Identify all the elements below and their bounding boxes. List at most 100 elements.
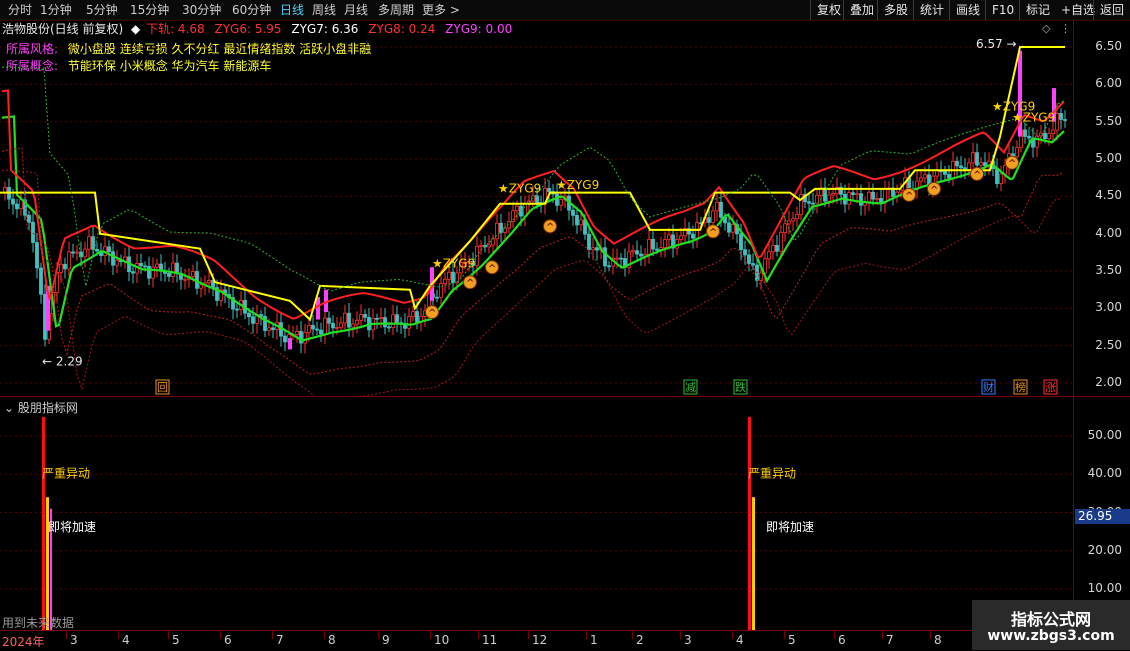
candle-body <box>191 271 195 277</box>
buy-signal-glyph: ^ <box>428 308 436 319</box>
current-value-badge: 26.95 <box>1075 509 1130 524</box>
candle-body <box>955 160 959 167</box>
period-tab-daily[interactable]: 日线 <box>280 2 304 18</box>
period-tab-fenshi[interactable]: 分时 <box>8 2 32 18</box>
candle-body <box>771 244 775 253</box>
candle-body <box>411 311 415 317</box>
candle-body <box>775 244 779 252</box>
candle-body <box>823 187 827 202</box>
buy-signal-glyph: ^ <box>488 263 496 274</box>
candle-body <box>491 238 495 246</box>
candle-body <box>139 263 143 267</box>
candlestick-chart[interactable]: 6.57 →← 2.29★ZYG9★ZYG9 ★ZYG9★ZYG9★ZYG9^^^… <box>0 20 1073 396</box>
candle-body <box>115 259 119 266</box>
strong-signal-bar <box>748 416 751 630</box>
price-tick-label: 2.00 <box>1095 375 1122 389</box>
candle-body <box>339 322 343 328</box>
candle-body <box>663 238 667 249</box>
candle-body <box>1015 147 1019 158</box>
candle-body <box>779 232 783 252</box>
back-button[interactable]: 返回 <box>1093 0 1130 20</box>
buy-signal-glyph: ^ <box>709 227 717 238</box>
mark-button[interactable]: 标记 <box>1019 0 1056 20</box>
candle-body <box>587 233 591 251</box>
month-tick <box>834 631 835 639</box>
month-label: 3 <box>70 633 78 647</box>
price-tick-label: 4.50 <box>1095 188 1122 203</box>
zyg9-label: ★ZYG9 <box>556 178 599 192</box>
candle-body <box>691 233 695 239</box>
buy-signal-glyph: ^ <box>930 185 938 196</box>
candle-body <box>783 223 787 233</box>
candle-body <box>615 257 619 260</box>
candle-body <box>867 191 871 203</box>
candle-body <box>91 236 95 250</box>
candle-body <box>635 250 639 255</box>
period-tab-30min[interactable]: 30分钟 <box>182 2 221 18</box>
candle-body <box>707 217 711 223</box>
zyg9-label: ★ZYG9 <box>432 256 475 270</box>
month-tick <box>784 631 785 639</box>
candle-body <box>807 201 811 204</box>
month-label: 5 <box>788 633 796 647</box>
period-tab-multi[interactable]: 多周期 <box>378 2 414 18</box>
period-tab-5min[interactable]: 5分钟 <box>86 2 118 18</box>
statistics-button[interactable]: 统计 <box>913 0 950 20</box>
month-tick <box>528 631 529 639</box>
candle-body <box>107 246 111 253</box>
candle-body <box>415 311 419 323</box>
candle-body <box>487 244 491 248</box>
period-tab-monthly[interactable]: 月线 <box>344 2 368 18</box>
candle-body <box>327 317 331 324</box>
candle-body <box>31 221 35 243</box>
candle-body <box>871 191 875 200</box>
period-tab-60min[interactable]: 60分钟 <box>232 2 271 18</box>
month-tick <box>118 631 119 639</box>
candle-body <box>271 327 275 330</box>
sub-indicator-chart[interactable]: 严重异动即将加速 严重异动即将加速 <box>0 398 1073 630</box>
candle-body <box>571 209 575 216</box>
candle-body <box>555 193 559 206</box>
f10-button[interactable]: F10 <box>985 0 1020 20</box>
candle-body <box>83 248 87 258</box>
month-label: 8 <box>934 633 942 647</box>
fuquan-button[interactable]: 复权 <box>810 0 847 20</box>
period-tab-15min[interactable]: 15分钟 <box>130 2 169 18</box>
candle-body <box>35 242 39 269</box>
signal-candle <box>288 338 292 350</box>
candle-body <box>439 283 443 298</box>
candle-body <box>795 214 799 220</box>
candle-body <box>295 331 299 335</box>
candle-body <box>739 233 743 251</box>
month-label: 2 <box>636 633 644 647</box>
accel-signal-label: 即将加速 <box>766 520 814 534</box>
candle-body <box>947 173 951 179</box>
candle-body <box>847 192 851 205</box>
candle-body <box>251 316 255 324</box>
candle-body <box>647 238 651 255</box>
multi-stock-button[interactable]: 多股 <box>877 0 914 20</box>
buy-signal-glyph: ^ <box>973 170 981 181</box>
candle-body <box>359 314 363 321</box>
candle-body <box>579 219 583 226</box>
price-tick-label: 5.50 <box>1095 113 1122 128</box>
month-tick <box>168 631 169 639</box>
candle-body <box>651 238 655 250</box>
period-tab-weekly[interactable]: 周线 <box>312 2 336 18</box>
candle-body <box>999 173 1003 185</box>
period-tab-more[interactable]: 更多 > <box>422 2 460 18</box>
candle-body <box>391 314 395 328</box>
month-label: 5 <box>172 633 180 647</box>
candle-body <box>743 249 747 256</box>
overlay-button[interactable]: 叠加 <box>843 0 880 20</box>
period-tab-1min[interactable]: 1分钟 <box>40 2 72 18</box>
candle-body <box>63 263 67 270</box>
candle-body <box>435 296 439 299</box>
candle-body <box>535 195 539 204</box>
price-tick-label: 5.00 <box>1095 151 1122 165</box>
draw-line-button[interactable]: 画线 <box>949 0 986 20</box>
strong-signal-label: 严重异动 <box>42 466 90 480</box>
sub-tick-label: 40.00 <box>1087 466 1122 481</box>
future-data-note: 用到未来数据 <box>2 616 75 630</box>
candle-body <box>719 201 723 218</box>
